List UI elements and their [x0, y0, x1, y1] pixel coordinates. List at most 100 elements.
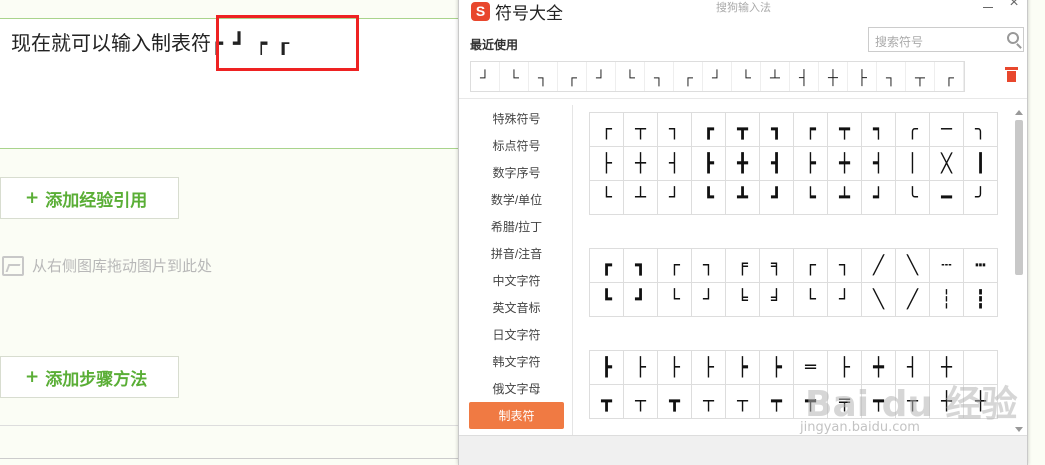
- recent-symbol[interactable]: ┴: [761, 62, 790, 91]
- symbol-cell[interactable]: ┣: [590, 351, 624, 385]
- scroll-down-icon[interactable]: [1015, 427, 1023, 432]
- symbol-cell[interactable]: ┍: [794, 113, 828, 147]
- trash-icon[interactable]: [1005, 67, 1018, 82]
- symbol-cell[interactable]: ┬: [624, 113, 658, 147]
- category-item[interactable]: 数学/单位: [469, 186, 564, 213]
- symbol-cell[interactable]: ┕: [794, 181, 828, 215]
- category-item[interactable]: 特殊符号: [469, 105, 564, 132]
- symbol-cell[interactable]: ╋: [726, 147, 760, 181]
- symbol-cell[interactable]: ┏: [692, 113, 726, 147]
- symbol-cell[interactable]: ┌: [658, 249, 692, 283]
- category-item[interactable]: 拼音/注音: [469, 240, 564, 267]
- symbol-cell[interactable]: ─: [930, 113, 964, 147]
- symbol-cell[interactable]: ╱: [862, 249, 896, 283]
- scroll-up-icon[interactable]: [1015, 110, 1023, 115]
- symbol-cell[interactable]: ┛: [624, 283, 658, 317]
- close-button[interactable]: ×: [1003, 0, 1025, 12]
- symbol-cell[interactable]: ┌: [590, 113, 624, 147]
- symbol-cell[interactable]: ┝: [794, 147, 828, 181]
- symbol-cell[interactable]: ┛: [760, 181, 794, 215]
- symbol-cell[interactable]: └: [590, 181, 624, 215]
- recent-symbol[interactable]: ┬: [906, 62, 935, 91]
- symbol-cell[interactable]: ├: [590, 147, 624, 181]
- add-steps-button[interactable]: + 添加步骤方法: [0, 356, 179, 398]
- category-item[interactable]: 制表符: [469, 402, 564, 429]
- recent-symbol[interactable]: ┼: [819, 62, 848, 91]
- symbol-cell[interactable]: ┬: [726, 385, 760, 419]
- recent-symbol[interactable]: ┌: [674, 62, 703, 91]
- recent-symbol[interactable]: ┐: [645, 62, 674, 91]
- symbol-cell[interactable]: ┓: [760, 113, 794, 147]
- recent-symbol[interactable]: ┐: [877, 62, 906, 91]
- symbol-cell[interactable]: ┗: [692, 181, 726, 215]
- category-item[interactable]: 日文字符: [469, 321, 564, 348]
- symbol-cell[interactable]: └: [794, 283, 828, 317]
- search-icon[interactable]: [1007, 32, 1019, 44]
- symbol-cell[interactable]: ┘: [658, 181, 692, 215]
- recent-symbol[interactable]: ┘: [703, 62, 732, 91]
- symbol-cell[interactable]: ┯: [828, 113, 862, 147]
- category-item[interactable]: 俄文字母: [469, 375, 564, 402]
- symbol-cell[interactable]: ┇: [964, 283, 998, 317]
- symbol-cell[interactable]: ╘: [726, 283, 760, 317]
- symbol-cell[interactable]: ┳: [590, 385, 624, 419]
- recent-symbol[interactable]: └: [500, 62, 529, 91]
- recent-symbol[interactable]: ┘: [587, 62, 616, 91]
- symbol-cell[interactable]: ┙: [862, 181, 896, 215]
- symbol-cell[interactable]: ┏: [590, 249, 624, 283]
- recent-symbol[interactable]: └: [732, 62, 761, 91]
- symbol-cell[interactable]: ┼: [624, 147, 658, 181]
- add-reference-button[interactable]: + 添加经验引用: [0, 177, 179, 219]
- symbol-cell[interactable]: ┻: [726, 181, 760, 215]
- minimize-button[interactable]: [977, 0, 999, 8]
- symbol-cell[interactable]: ┝: [760, 351, 794, 385]
- symbol-cell[interactable]: ╒: [726, 249, 760, 283]
- recent-symbol[interactable]: ┤: [790, 62, 819, 91]
- symbol-cell[interactable]: ┿: [828, 147, 862, 181]
- recent-symbol[interactable]: ├: [848, 62, 877, 91]
- scroll-thumb[interactable]: [1015, 120, 1023, 275]
- symbol-cell[interactable]: ╲: [862, 283, 896, 317]
- symbol-cell[interactable]: ┯: [760, 385, 794, 419]
- symbol-cell[interactable]: ┐: [692, 249, 726, 283]
- symbol-cell[interactable]: ━: [930, 181, 964, 215]
- symbol-cell[interactable]: │: [896, 147, 930, 181]
- symbol-cell[interactable]: ┆: [930, 283, 964, 317]
- symbol-cell[interactable]: ╱: [896, 283, 930, 317]
- recent-symbol[interactable]: ┌: [558, 62, 587, 91]
- symbol-cell[interactable]: ┘: [828, 283, 862, 317]
- category-item[interactable]: 韩文字符: [469, 348, 564, 375]
- symbol-cell[interactable]: ╲: [896, 249, 930, 283]
- category-item[interactable]: 英文音标: [469, 294, 564, 321]
- symbol-cell[interactable]: ┷: [828, 181, 862, 215]
- symbol-cell[interactable]: ┐: [658, 113, 692, 147]
- symbol-cell[interactable]: ┫: [760, 147, 794, 181]
- symbol-cell[interactable]: ├: [692, 351, 726, 385]
- symbol-cell[interactable]: ╮: [964, 113, 998, 147]
- symbol-cell[interactable]: ╯: [964, 181, 998, 215]
- symbol-cell[interactable]: ╛: [760, 283, 794, 317]
- symbol-search-input[interactable]: 搜索符号: [868, 27, 1024, 52]
- symbol-cell[interactable]: ┬: [624, 385, 658, 419]
- recent-symbol[interactable]: └: [616, 62, 645, 91]
- symbol-cell[interactable]: ┄: [930, 249, 964, 283]
- symbol-cell[interactable]: ┳: [726, 113, 760, 147]
- symbol-cell[interactable]: ╕: [760, 249, 794, 283]
- symbol-cell[interactable]: ┃: [964, 147, 998, 181]
- category-item[interactable]: 中文字符: [469, 267, 564, 294]
- symbol-cell[interactable]: ╳: [930, 147, 964, 181]
- image-drop-area[interactable]: 从右侧图库拖动图片到此处: [2, 255, 212, 276]
- symbol-cell[interactable]: ┐: [828, 249, 862, 283]
- symbol-cell[interactable]: ┓: [624, 249, 658, 283]
- symbol-cell[interactable]: ┝: [726, 351, 760, 385]
- category-item[interactable]: 希腊/拉丁: [469, 213, 564, 240]
- symbol-cell[interactable]: ├: [624, 351, 658, 385]
- symbol-cell[interactable]: ┳: [658, 385, 692, 419]
- recent-symbol[interactable]: ┐: [529, 62, 558, 91]
- recent-symbol[interactable]: ┘: [471, 62, 500, 91]
- symbol-cell[interactable]: ┅: [964, 249, 998, 283]
- symbol-cell[interactable]: ├: [658, 351, 692, 385]
- symbol-cell[interactable]: ╭: [896, 113, 930, 147]
- symbol-cell[interactable]: ┣: [692, 147, 726, 181]
- recent-symbol[interactable]: ┌: [935, 62, 964, 91]
